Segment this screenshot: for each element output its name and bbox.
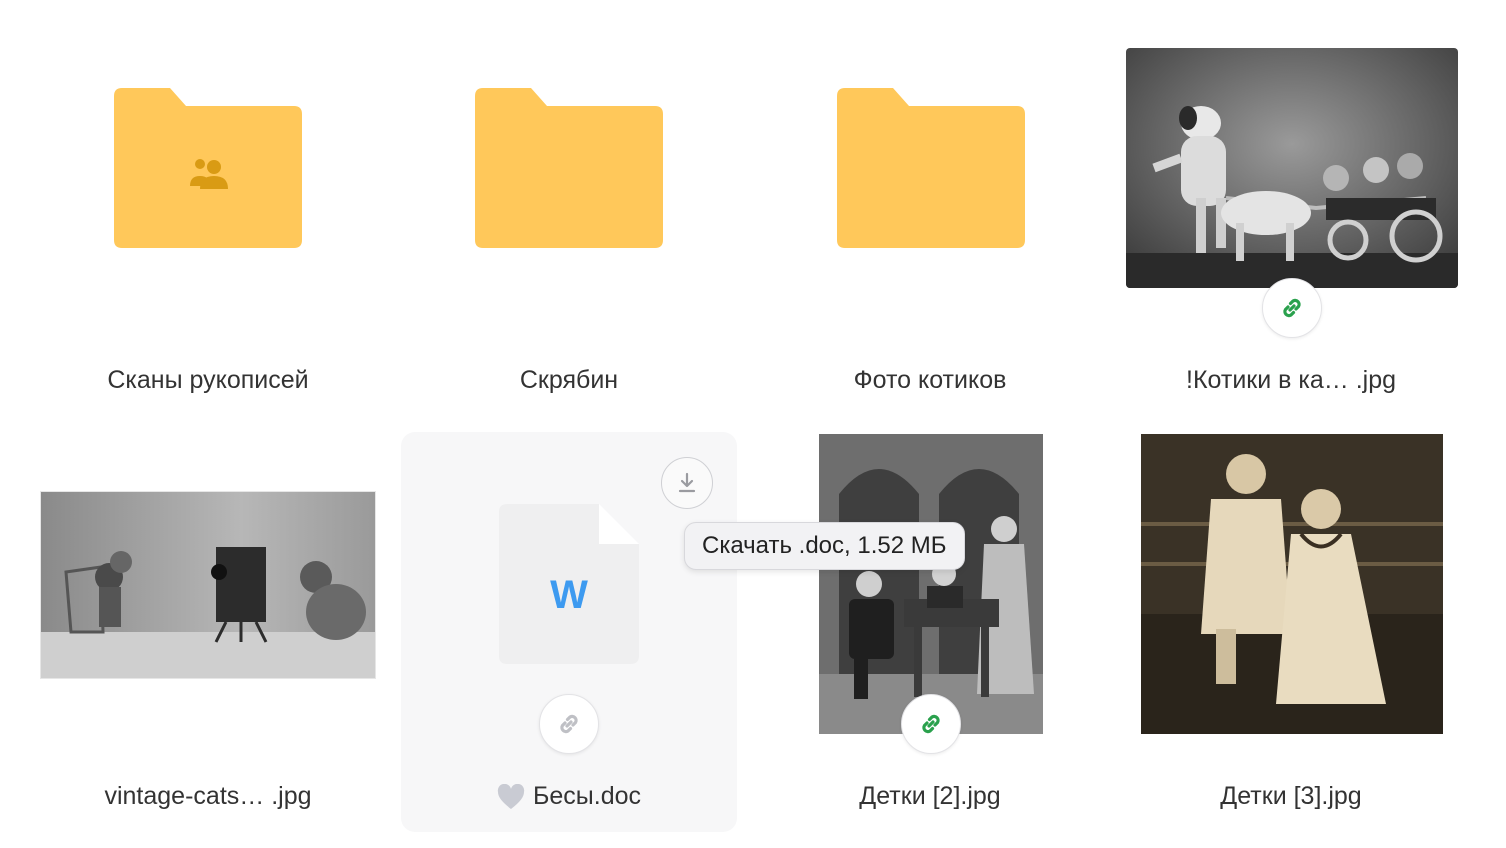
- folder-label[interactable]: Сканы рукописей: [28, 366, 388, 395]
- folder-icon[interactable]: [837, 88, 1025, 248]
- file-label[interactable]: Бесы.doc: [533, 782, 641, 811]
- download-tooltip: Скачать .doc, 1.52 МБ: [684, 522, 965, 570]
- link-icon: [922, 714, 940, 734]
- public-link-button[interactable]: [1262, 278, 1322, 338]
- folder-icon[interactable]: [475, 88, 663, 248]
- file-label[interactable]: vintage-cats… .jpg: [28, 782, 388, 811]
- folder-label[interactable]: Скрябин: [389, 366, 749, 395]
- doc-type-letter: W: [550, 573, 588, 617]
- public-link-button[interactable]: [901, 694, 961, 754]
- folder-label[interactable]: Фото котиков: [750, 366, 1110, 395]
- file-label[interactable]: Детки [2].jpg: [750, 782, 1110, 811]
- heart-icon[interactable]: [497, 783, 525, 810]
- public-link-button[interactable]: [539, 694, 599, 754]
- image-thumbnail[interactable]: [40, 491, 376, 679]
- download-button[interactable]: [661, 457, 713, 509]
- file-label[interactable]: !Котики в ка… .jpg: [1111, 366, 1471, 395]
- image-thumbnail[interactable]: [1126, 48, 1458, 288]
- word-document-icon: W: [499, 504, 639, 664]
- link-icon: [560, 714, 578, 734]
- image-thumbnail[interactable]: [819, 434, 1043, 734]
- file-label-row: Бесы.doc: [389, 782, 749, 811]
- link-icon: [1283, 298, 1301, 318]
- image-thumbnail[interactable]: [1141, 434, 1443, 734]
- download-icon: [678, 472, 696, 493]
- folder-icon-shared[interactable]: [114, 88, 302, 248]
- file-label[interactable]: Детки [3].jpg: [1111, 782, 1471, 811]
